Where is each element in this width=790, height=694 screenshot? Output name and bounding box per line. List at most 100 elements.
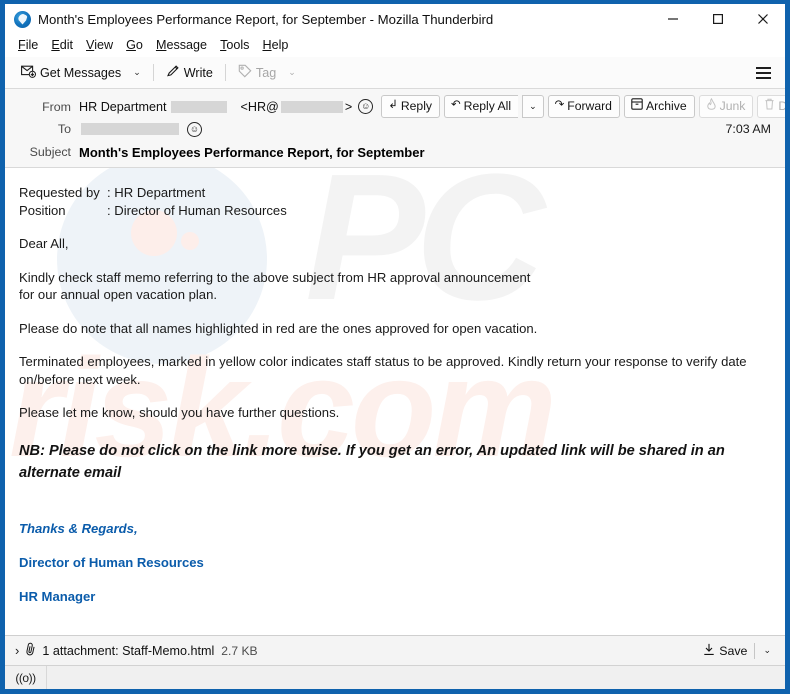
hamburger-bar-3 [756,76,771,79]
forward-button[interactable]: ↷ Forward [547,95,620,118]
junk-button[interactable]: Junk [698,95,754,118]
attachment-label[interactable]: 1 attachment: Staff-Memo.html [42,644,214,658]
minimize-button[interactable] [650,4,695,34]
menu-help-rest: elp [271,38,289,52]
message-actions: ↲ Reply ↶ Reply All ⌄ ↷ Forward Archive … [381,95,785,118]
menu-view[interactable]: View [82,37,122,54]
menu-file-accesskey: F [18,38,26,52]
to-value[interactable]: ☺ [79,121,202,137]
toolbar-separator-1 [152,64,154,81]
tag-dropdown[interactable]: ⌄ [282,64,302,81]
from-sender-name: HR Department [79,99,167,114]
hamburger-bar-1 [756,66,771,69]
subject-label: Subject [29,145,71,159]
from-address-suffix: > [344,99,353,114]
write-button[interactable]: Write [160,61,219,84]
from-address-prefix: <HR@ [240,99,279,114]
menu-tools[interactable]: Tools [216,37,258,54]
from-value[interactable]: HR Department <HR@ > ☺ [79,99,374,114]
thunderbird-window: Month's Employees Performance Report, fo… [0,0,790,694]
reply-all-dropdown[interactable]: ⌄ [522,95,544,118]
get-messages-dropdown[interactable]: ⌄ [127,64,147,81]
requested-by-line: Requested by : HR Department [19,184,771,202]
paragraph-1-line-1: Kindly check staff memo referring to the… [19,269,531,285]
close-button[interactable] [740,4,785,34]
forward-arrow-icon: ↷ [554,99,565,112]
get-messages-button[interactable]: Get Messages [15,62,127,84]
greeting-block: Dear All, [19,235,771,253]
menu-help[interactable]: Help [258,37,297,54]
paragraph-2-line-1: Please do note that all names highlighte… [19,320,538,336]
contact-card-icon[interactable]: ☺ [358,99,374,114]
hamburger-bar-2 [756,71,771,74]
tag-label: Tag [255,65,277,80]
subject-value: Month's Employees Performance Report, fo… [79,144,425,160]
menu-edit-rest: dit [59,38,74,52]
menu-edit[interactable]: Edit [47,37,82,54]
maximize-button[interactable] [695,4,740,34]
chevron-down-icon: ⌄ [529,101,537,111]
message-time: 7:03 AM [725,122,771,136]
attachment-actions: Save ⌄ [696,641,779,661]
pencil-icon [166,64,180,81]
delete-button[interactable]: Delete [757,95,785,118]
title-bar: Month's Employees Performance Report, fo… [5,4,785,34]
requested-by-value: : HR Department [107,185,206,200]
menu-go[interactable]: Go [122,37,152,54]
save-attachment-button[interactable]: Save [696,641,754,661]
message-header: From HR Department <HR@ > ☺ ↲ Reply ↶ Re… [5,89,785,168]
paragraph-1: Kindly check staff memo referring to the… [19,269,771,304]
from-row: From HR Department <HR@ > ☺ ↲ Reply ↶ Re… [5,95,785,118]
hamburger-menu-icon[interactable] [752,62,775,84]
paragraph-2: Please do note that all names highlighte… [19,320,771,338]
envelope-download-icon [21,65,36,81]
status-bar: ((o)) [5,665,785,689]
window-inner: Month's Employees Performance Report, fo… [5,4,785,689]
paragraph-3-line-2: on/before next week. [19,371,141,387]
position-key: Position [19,202,66,218]
online-status-icon[interactable]: ((o)) [5,666,47,689]
reply-all-button[interactable]: ↶ Reply All [444,95,519,118]
paperclip-icon [24,641,38,660]
save-dropdown-chevron-down-icon[interactable]: ⌄ [755,643,779,658]
archive-button[interactable]: Archive [623,95,695,118]
menu-bar: File Edit View Go Message Tools Help [5,34,785,57]
archive-box-icon [631,98,643,114]
menu-message-accesskey: M [155,38,167,52]
reply-label: Reply [400,99,433,113]
nb-warning-note: NB: Please do not click on the link more… [19,442,725,481]
greeting-line: Dear All, [19,236,69,251]
menu-edit-accesskey: E [51,38,60,52]
signature-role: HR Manager [19,588,96,604]
menu-file[interactable]: File [14,37,47,54]
position-value: : Director of Human Resources [107,202,287,218]
contact-card-icon[interactable]: ☺ [187,121,202,137]
paragraph-4: Please let me know, should you have furt… [19,404,771,422]
get-messages-label: Get Messages [40,65,122,80]
requested-by-key: Requested by [19,185,100,200]
from-address-redaction [280,100,343,113]
main-toolbar: Get Messages ⌄ Write Tag ⌄ [5,57,785,89]
reply-button[interactable]: ↲ Reply [381,95,441,118]
menu-view-rest: iew [94,38,114,52]
to-row: To ☺ 7:03 AM [5,118,785,140]
to-address-redaction [81,123,179,135]
email-content: Requested by : HR Department Position : … [19,184,771,605]
tag-button[interactable]: Tag [232,61,282,84]
window-title: Month's Employees Performance Report, fo… [38,11,494,27]
paragraph-3-line-1: Terminated employees, marked in yellow c… [19,354,747,369]
paragraph-1-line-2: for our annual open vacation plan. [19,287,218,302]
menu-message[interactable]: Message [152,37,216,54]
reply-all-label: Reply All [463,99,512,113]
position-line: Position : Director of Human Resources [19,202,771,220]
from-name-redaction [170,100,227,113]
delete-label: Delete [778,99,785,113]
reply-arrow-icon: ↲ [388,99,398,112]
forward-label: Forward [567,99,612,113]
message-body: PC risk.com Requested by : HR Department… [5,168,785,635]
paragraph-3: Terminated employees, marked in yellow c… [19,353,771,388]
write-label: Write [183,65,213,80]
thunderbird-icon [14,10,31,28]
signature-thanks: Thanks & Regards, [19,520,138,536]
menu-file-rest: ile [25,38,39,52]
